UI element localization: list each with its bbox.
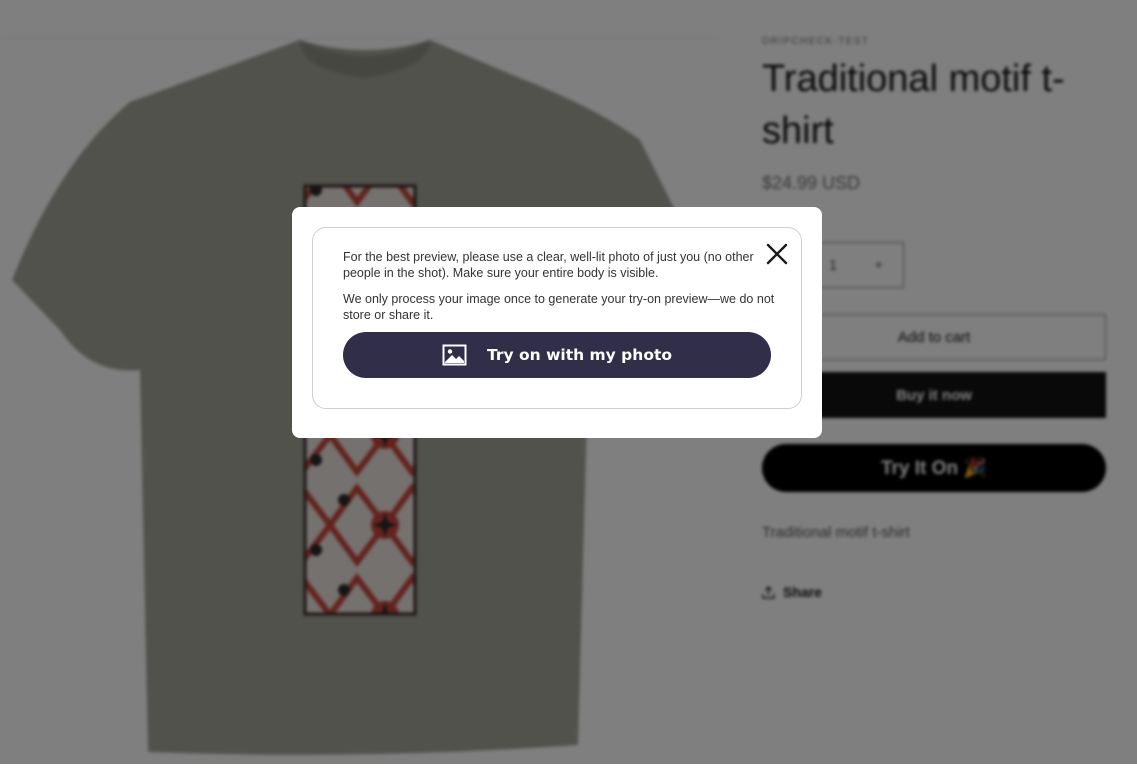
try-on-modal: For the best preview, please use a clear… <box>292 207 822 438</box>
try-on-with-photo-button[interactable]: Try on with my photo <box>343 332 771 378</box>
modal-privacy-note: We only process your image once to gener… <box>343 292 775 322</box>
image-icon <box>442 344 467 366</box>
close-icon[interactable] <box>765 242 789 266</box>
modal-content: For the best preview, please use a clear… <box>312 227 802 409</box>
modal-instructions: For the best preview, please use a clear… <box>343 250 754 280</box>
try-on-button-label: Try on with my photo <box>486 346 673 364</box>
